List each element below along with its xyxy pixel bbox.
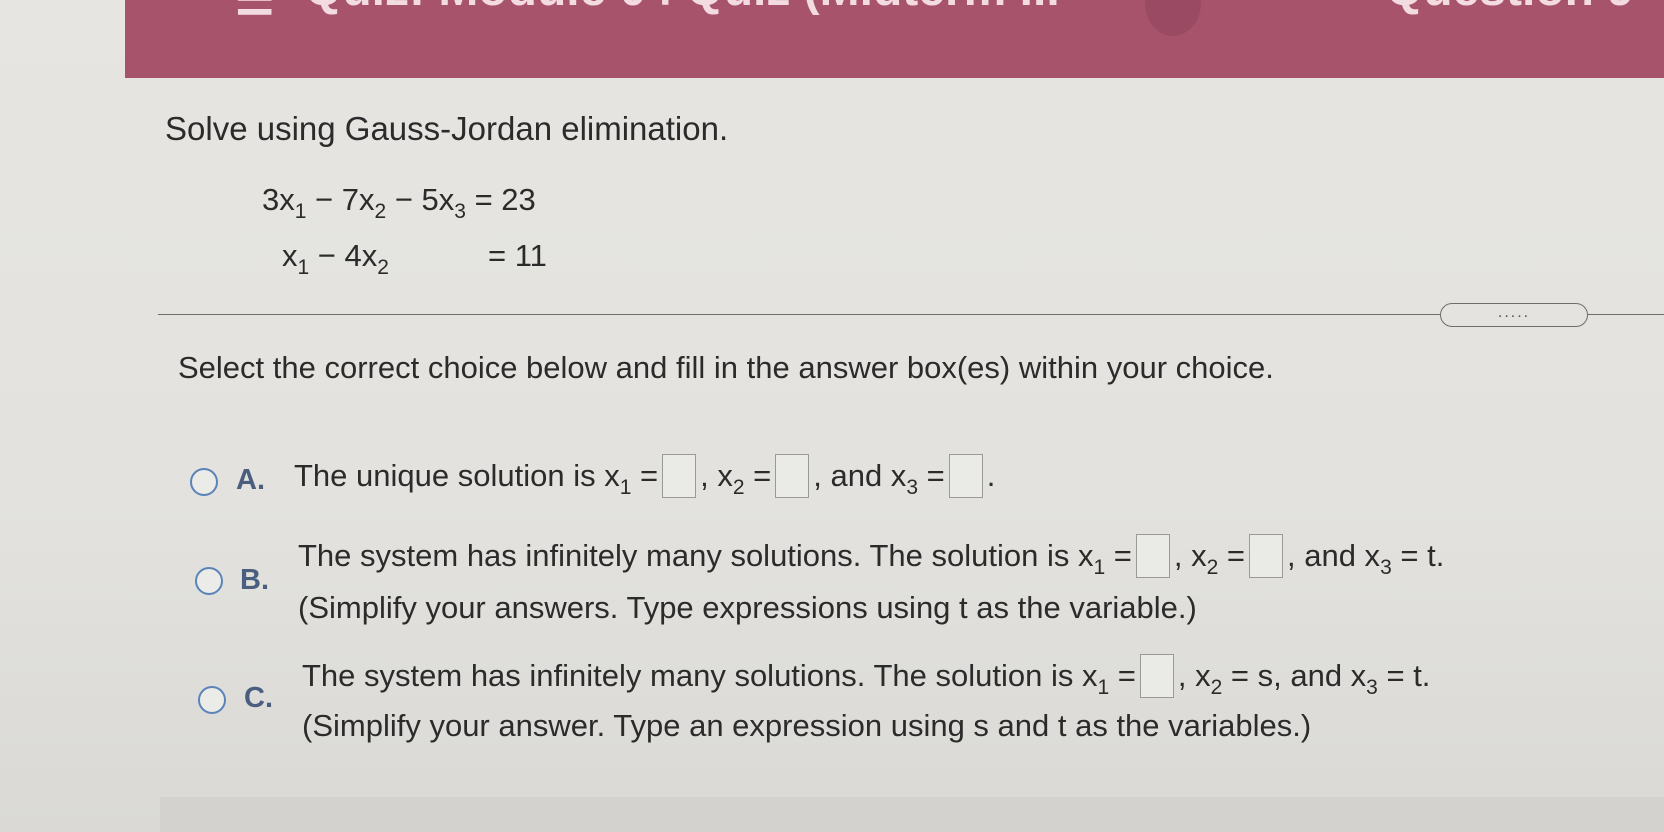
question-content: Solve using Gauss-Jordan elimination. 3x… bbox=[0, 78, 1664, 798]
instruction-text: Solve using Gauss-Jordan elimination. bbox=[165, 110, 729, 147]
previous-question-button[interactable] bbox=[1145, 0, 1201, 36]
choice-b-letter: B. bbox=[240, 564, 269, 596]
quiz-title: Quiz: Module 04 Quiz (Midterm ... bbox=[305, 0, 1060, 17]
divider bbox=[158, 314, 1664, 315]
equation-2-right: = 11 bbox=[488, 238, 547, 273]
page: ☰ Quiz: Module 04 Quiz (Midterm ... Ques… bbox=[0, 0, 1664, 832]
quiz-header: ☰ Quiz: Module 04 Quiz (Midterm ... Ques… bbox=[125, 0, 1664, 78]
choice-b-hint: (Simplify your answers. Type expressions… bbox=[298, 590, 1197, 625]
question-number: Question 9 bbox=[1386, 0, 1634, 17]
choice-a-text: The unique solution is x1 =, x2 =, and x… bbox=[294, 454, 995, 500]
equation-1: 3x1 − 7x2 − 5x3 = 23 bbox=[262, 182, 536, 223]
radio-choice-a[interactable] bbox=[190, 468, 218, 496]
radio-choice-c[interactable] bbox=[198, 686, 226, 714]
choice-c-text: The system has infinitely many solutions… bbox=[302, 654, 1430, 700]
equation-2-left: x1 − 4x2 bbox=[282, 238, 389, 279]
menu-icon[interactable]: ☰ bbox=[235, 0, 274, 25]
choice-c-letter: C. bbox=[244, 682, 273, 714]
more-button[interactable]: ..... bbox=[1440, 303, 1588, 327]
choice-c-hint: (Simplify your answer. Type an expressio… bbox=[302, 708, 1312, 743]
answer-box-c-x1[interactable] bbox=[1139, 654, 1174, 698]
choice-b-text: The system has infinitely many solutions… bbox=[298, 534, 1444, 580]
prompt-text: Select the correct choice below and fill… bbox=[178, 350, 1274, 385]
choice-a-letter: A. bbox=[236, 464, 265, 496]
answer-box-a-x1[interactable] bbox=[662, 454, 697, 498]
answer-box-b-x1[interactable] bbox=[1135, 534, 1170, 578]
answer-box-a-x2[interactable] bbox=[775, 454, 810, 498]
answer-box-b-x2[interactable] bbox=[1249, 534, 1283, 578]
radio-choice-b[interactable] bbox=[195, 567, 223, 595]
answer-box-a-x3[interactable] bbox=[948, 454, 983, 498]
bottom-panel bbox=[160, 797, 1664, 832]
